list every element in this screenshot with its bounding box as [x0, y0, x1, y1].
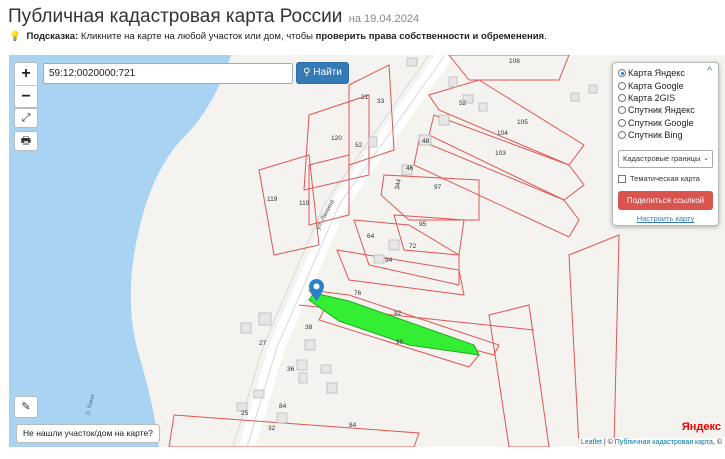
zoom-control: + − [14, 62, 38, 108]
svg-text:64: 64 [367, 233, 375, 240]
print-button[interactable]: 🖶 [14, 131, 38, 151]
layer-option-2gis-map[interactable]: Карта 2GIS [618, 92, 713, 104]
svg-text:52: 52 [355, 142, 363, 149]
svg-text:104: 104 [497, 130, 508, 137]
configure-map-link[interactable]: Настроить карту [618, 214, 713, 223]
svg-text:92: 92 [394, 310, 402, 317]
svg-text:76: 76 [354, 290, 362, 297]
svg-text:32: 32 [268, 425, 276, 432]
radio-icon [618, 81, 626, 90]
svg-text:344: 344 [394, 178, 403, 190]
ruler-icon: ✎ [21, 401, 31, 413]
selected-parcel [308, 292, 480, 356]
svg-text:27: 27 [259, 340, 267, 347]
svg-text:46: 46 [406, 165, 414, 172]
collapse-chevron-icon[interactable]: ^ [707, 66, 712, 77]
radio-icon [618, 118, 626, 127]
layer-option-bing-sat[interactable]: Спутник Bing [618, 129, 713, 141]
hint-end: . [544, 31, 547, 42]
lightbulb-icon: 💡 [9, 31, 21, 42]
layer-option-google-map[interactable]: Карта Google [618, 79, 713, 91]
svg-text:105: 105 [517, 119, 528, 126]
ruler-button[interactable]: ✎ [14, 396, 38, 418]
svg-text:120: 120 [331, 135, 342, 142]
print-icon: 🖶 [20, 135, 32, 147]
svg-text:84: 84 [349, 422, 357, 429]
radio-icon [618, 69, 626, 78]
fullscreen-button[interactable]: ⤢ [14, 108, 38, 128]
search-icon: ⚲ [303, 67, 311, 78]
hint-bold: проверить права собственности и обремене… [315, 31, 545, 42]
svg-text:119: 119 [299, 200, 310, 207]
svg-text:52: 52 [459, 100, 467, 107]
checkbox[interactable] [618, 174, 626, 183]
svg-text:48: 48 [422, 138, 430, 145]
zoom-in-button[interactable]: + [15, 63, 37, 85]
page-date: на 19.04.2024 [348, 13, 420, 25]
svg-text:72: 72 [409, 243, 417, 250]
svg-text:97: 97 [434, 184, 442, 191]
not-found-button[interactable]: Не нашли участок/дом на карте? [16, 424, 160, 443]
cadastre-link[interactable]: Публичная кадастровая карта [615, 439, 713, 446]
svg-text:103: 103 [495, 150, 506, 157]
chevron-down-icon: ⌄ [703, 155, 709, 163]
radio-icon [618, 106, 626, 115]
layer-option-yandex-sat[interactable]: Спутник Яндекс [618, 104, 713, 116]
page-title: Публичная кадастровая карта России [8, 6, 343, 27]
svg-text:33: 33 [377, 98, 385, 105]
svg-text:94: 94 [385, 257, 393, 264]
radio-icon [618, 131, 626, 140]
leaflet-link[interactable]: Leaflet [581, 439, 602, 446]
svg-text:95: 95 [419, 221, 427, 228]
hint-line: 💡 Подсказка: Кликните на карте на любой … [9, 31, 547, 42]
thematic-toggle[interactable]: Тематическая карта [618, 174, 713, 183]
fullscreen-icon: ⤢ [21, 112, 31, 124]
svg-text:25: 25 [241, 410, 249, 417]
map-canvas[interactable]: 108 21 33 120 52 119 119 105 104 103 48 46 344 97… [9, 55, 725, 447]
svg-text:21: 21 [361, 94, 369, 101]
svg-text:38: 38 [305, 324, 313, 331]
layers-panel: ^ Карта Яндекс Карта Google Карта 2GIS С… [612, 62, 719, 226]
svg-text:108: 108 [509, 58, 520, 65]
svg-text:90: 90 [396, 339, 404, 346]
layer-option-yandex-map[interactable]: Карта Яндекс [618, 67, 713, 79]
yandex-logo: Яндекс [681, 421, 721, 433]
search-button-label: Найти [313, 67, 342, 78]
share-link-button[interactable]: Поделиться ссылкой [618, 191, 713, 211]
search-button[interactable]: ⚲ Найти [296, 62, 349, 84]
svg-text:84: 84 [279, 403, 287, 410]
zoom-out-button[interactable]: − [15, 85, 37, 107]
boundaries-select[interactable]: Кадастровые границы ⌄ [618, 150, 713, 169]
hint-text: Кликните на карте на любой участок или д… [80, 31, 313, 42]
svg-text:119: 119 [267, 196, 278, 203]
map-attribution: Leaflet | © Публичная кадастровая карта,… [577, 438, 725, 447]
svg-text:36: 36 [287, 366, 295, 373]
river-water [9, 55, 231, 447]
page-header: Публичная кадастровая карта России на 19… [8, 6, 419, 28]
layer-option-google-sat[interactable]: Спутник Google [618, 117, 713, 129]
radio-icon [618, 93, 626, 102]
search-input[interactable] [43, 63, 293, 84]
hint-label: Подсказка: [26, 31, 79, 42]
